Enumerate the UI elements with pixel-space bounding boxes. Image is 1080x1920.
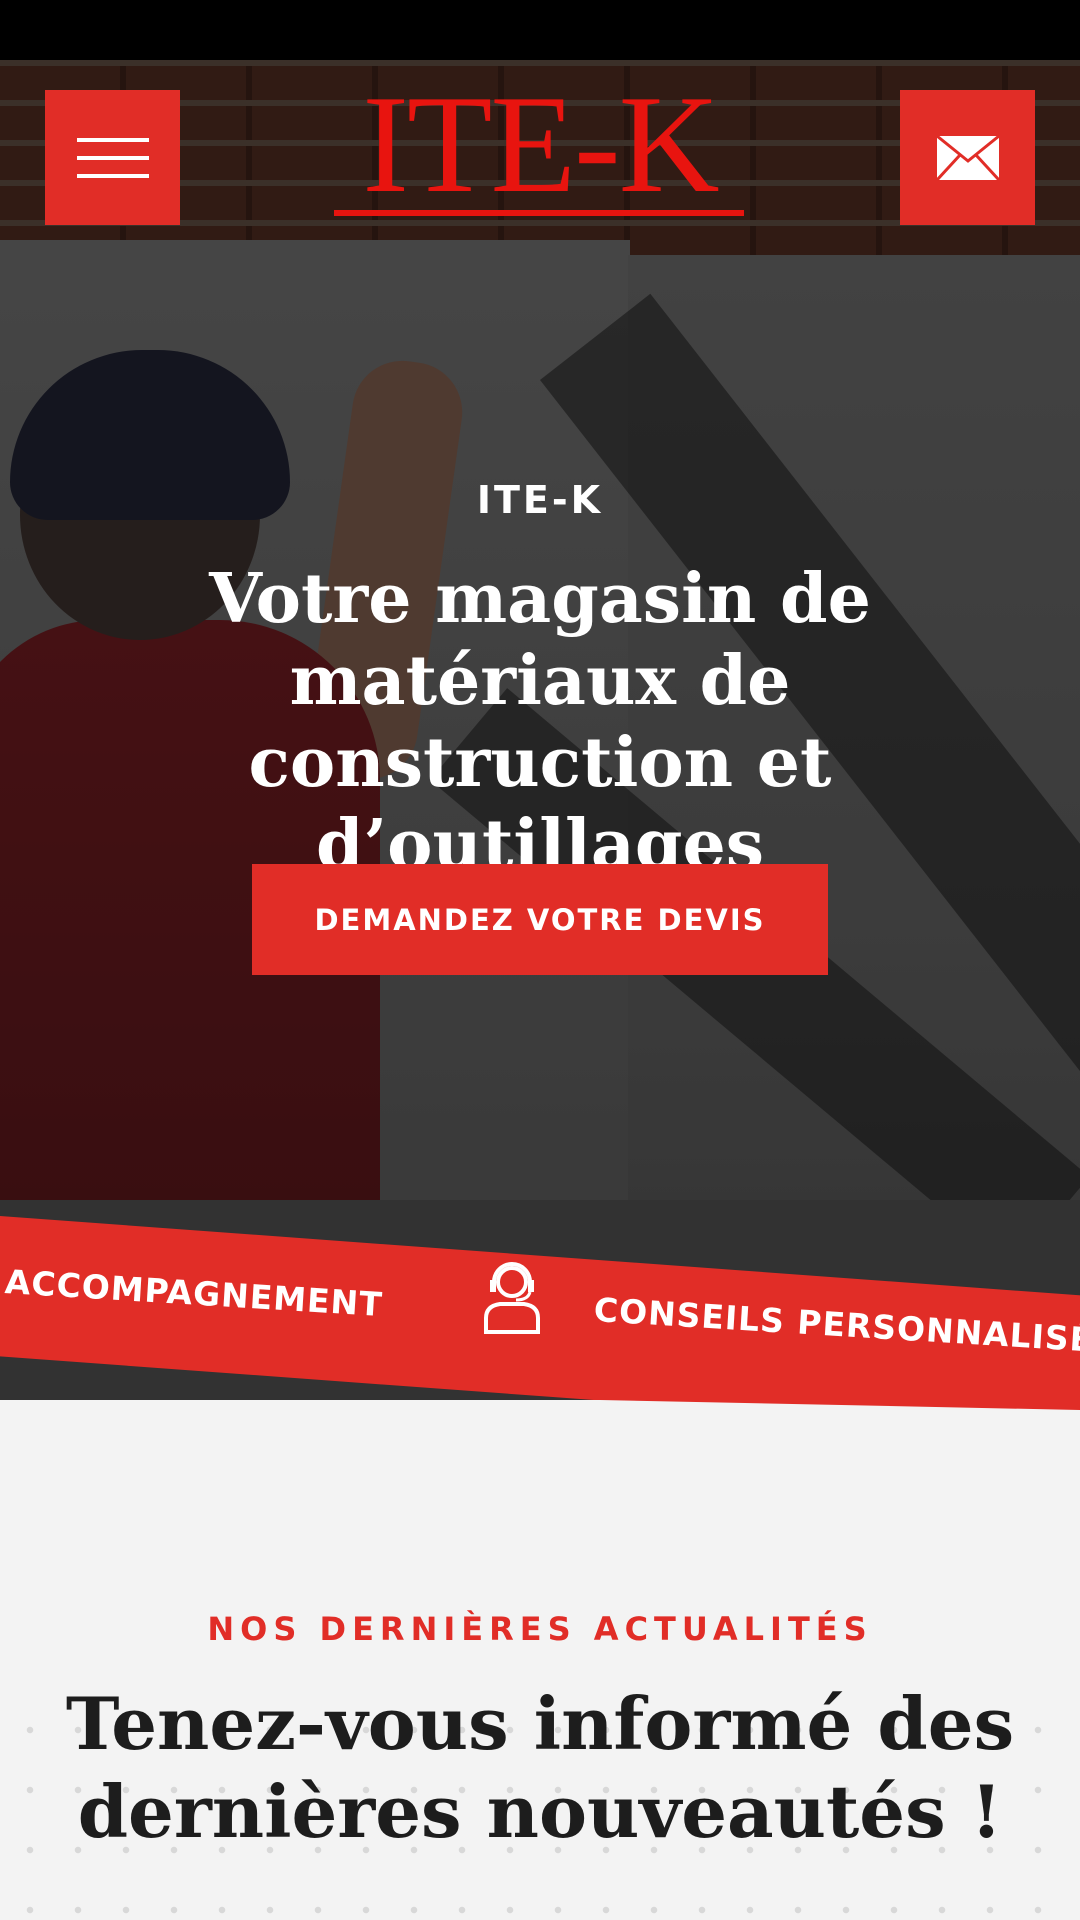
customer-support-icon <box>484 1262 540 1334</box>
contact-mail-button[interactable] <box>900 90 1035 225</box>
news-eyebrow: NOS DERNIÈRES ACTUALITÉS <box>207 1610 873 1648</box>
hamburger-menu-icon <box>76 155 149 160</box>
status-bar <box>0 0 1080 60</box>
hamburger-menu-icon <box>76 173 149 178</box>
logo-underline <box>334 210 744 216</box>
news-title: Tenez-vous informé des dernières nouveau… <box>65 1681 1015 1854</box>
hamburger-menu-icon <box>76 137 149 142</box>
request-quote-button[interactable]: DEMANDEZ VOTRE DEVIS <box>252 864 828 975</box>
site-logo[interactable]: ITE-K <box>320 75 760 230</box>
menu-button[interactable] <box>45 90 180 225</box>
hero-eyebrow: ITE-K <box>476 478 604 522</box>
envelope-icon <box>935 134 1000 181</box>
